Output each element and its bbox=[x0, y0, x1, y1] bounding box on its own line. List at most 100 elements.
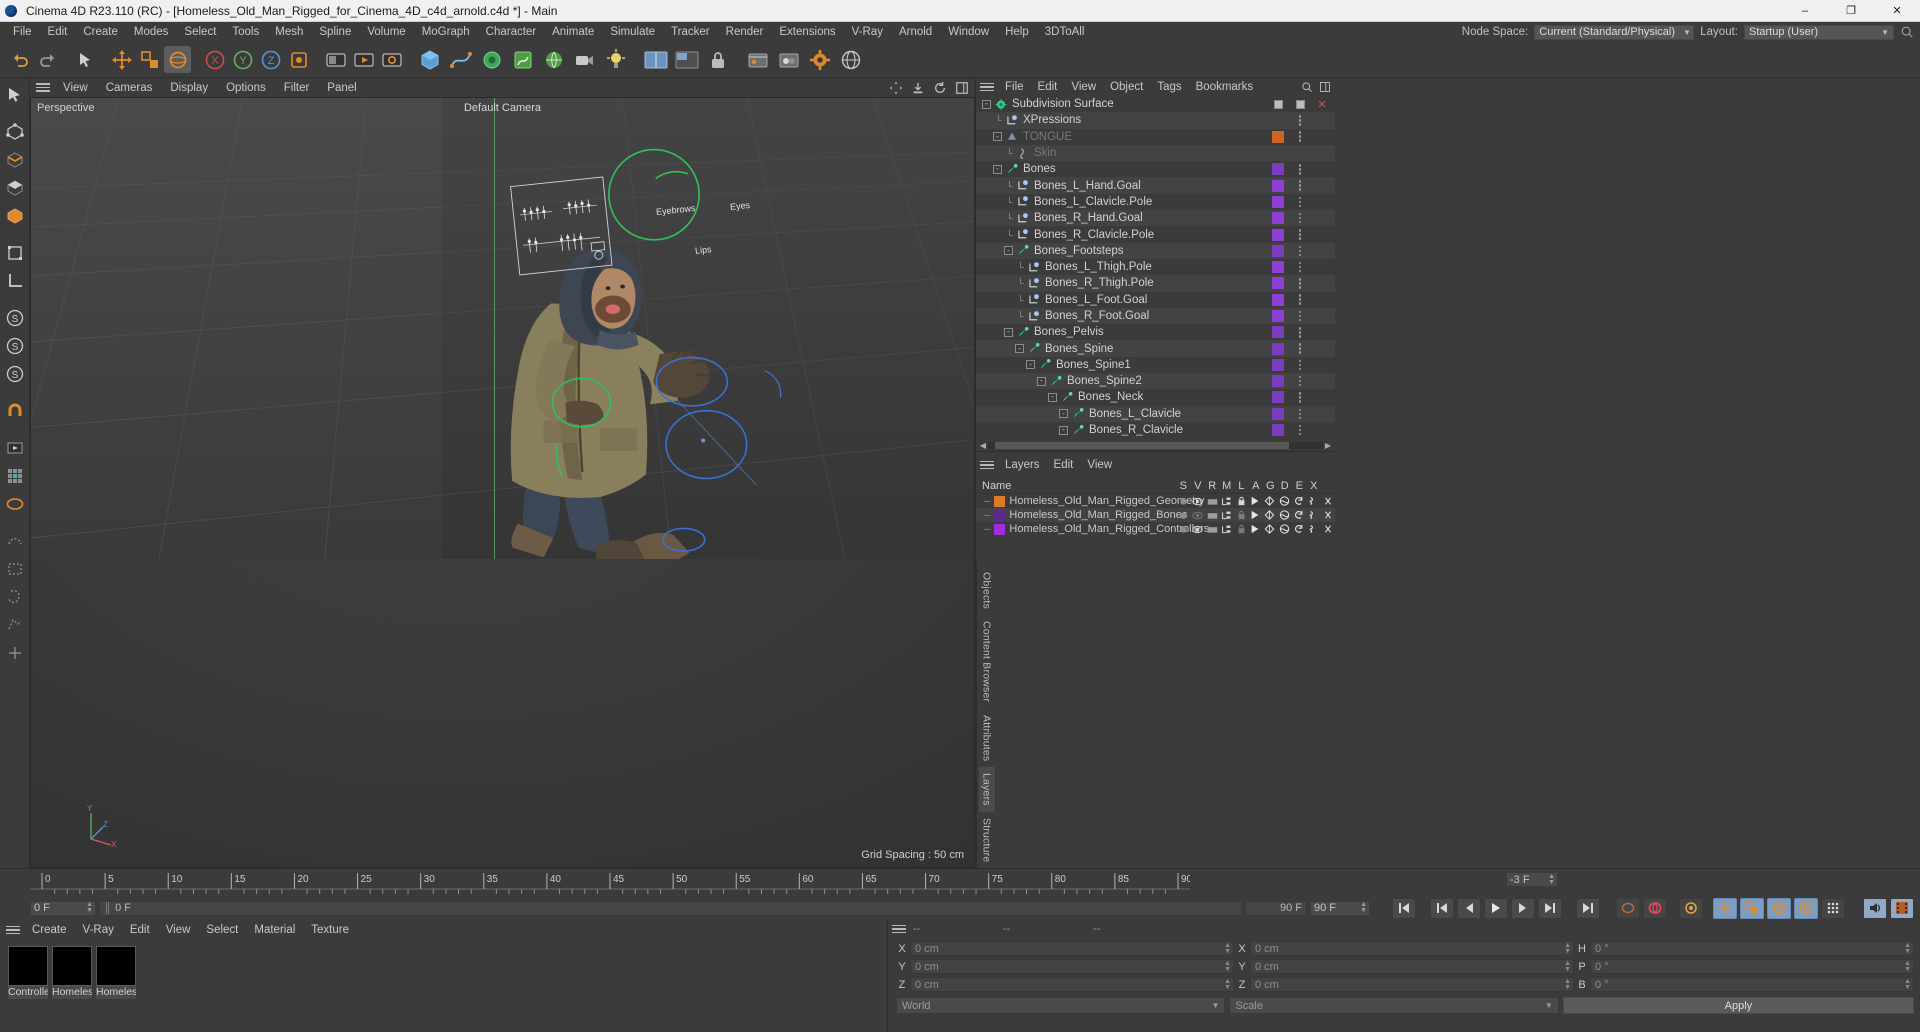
tool-magnet[interactable] bbox=[2, 398, 28, 424]
tool-grid-toggle[interactable] bbox=[2, 463, 28, 489]
tag-dots-icon[interactable] bbox=[1289, 292, 1311, 308]
layer-manager-icon[interactable] bbox=[1219, 511, 1233, 520]
tab-attributes[interactable]: Attributes bbox=[979, 709, 995, 767]
menu-select[interactable]: Select bbox=[176, 24, 224, 40]
add-camera-button[interactable] bbox=[570, 45, 600, 75]
spinner-icon[interactable]: ▲ ▼ bbox=[1564, 942, 1571, 955]
object-tree-row[interactable]: └ Bones_R_Clavicle.Pole bbox=[976, 226, 1335, 242]
om-menu-tags[interactable]: Tags bbox=[1151, 80, 1187, 94]
goto-start-button[interactable] bbox=[1392, 897, 1416, 919]
layer-manager-icon[interactable] bbox=[1219, 525, 1233, 534]
render-view-button[interactable] bbox=[322, 46, 349, 73]
menu-vray[interactable]: V-Ray bbox=[844, 24, 891, 40]
tool-poly-select[interactable] bbox=[2, 612, 28, 638]
add-light-button[interactable] bbox=[601, 45, 631, 75]
tool-rect-select[interactable] bbox=[2, 556, 28, 582]
key-scale-button[interactable] bbox=[1740, 897, 1764, 919]
next-frame-button[interactable] bbox=[1511, 897, 1535, 919]
object-tree-row[interactable]: - Bones_Footsteps bbox=[976, 242, 1335, 259]
om-menu-view[interactable]: View bbox=[1065, 80, 1102, 94]
object-tree-row[interactable]: └ Bones_R_Foot.Goal bbox=[976, 307, 1335, 325]
tree-expander-icon[interactable]: - bbox=[1059, 409, 1068, 419]
tag-dots-icon[interactable] bbox=[1289, 243, 1311, 259]
tag-dots-icon[interactable] bbox=[1289, 129, 1311, 145]
object-tree[interactable]: - Subdivision Surface ✕ └ XPressions - TONGUE └… bbox=[976, 96, 1335, 440]
menu-character[interactable]: Character bbox=[478, 24, 545, 40]
layer-color-swatch[interactable] bbox=[1267, 341, 1289, 357]
layer-generator-icon[interactable] bbox=[1263, 496, 1277, 506]
viewport-menu-panel[interactable]: Panel bbox=[319, 81, 364, 95]
layer-row[interactable]: ─ Homeless_Old_Man_Rigged_Geometry bbox=[976, 494, 1335, 508]
layer-dynamics-icon[interactable] bbox=[1292, 524, 1306, 534]
coord-rotation-field[interactable]: 0 ° ▲ ▼ bbox=[1590, 977, 1914, 992]
object-tree-row[interactable]: - Bones_Spine bbox=[976, 340, 1335, 357]
preview-end-field[interactable]: 90 F ▲ ▼ bbox=[1310, 900, 1370, 916]
layer-expression-icon[interactable] bbox=[1306, 524, 1320, 534]
tree-expander-icon[interactable]: - bbox=[982, 99, 991, 109]
add-deformer-button[interactable] bbox=[508, 45, 538, 75]
layer-render-icon[interactable] bbox=[1205, 511, 1219, 520]
spinner-icon[interactable]: ▲ ▼ bbox=[1564, 978, 1571, 991]
layer-color-swatch[interactable] bbox=[994, 495, 1006, 507]
maximize-view-icon[interactable] bbox=[955, 81, 969, 95]
object-manager-menu-icon[interactable] bbox=[980, 81, 994, 93]
material-thumbnails[interactable]: Controlle Homeles Homeles bbox=[0, 940, 887, 1032]
film-strip-button[interactable] bbox=[1890, 897, 1914, 919]
layer-dynamics-icon[interactable] bbox=[1292, 510, 1306, 520]
key-position-button[interactable] bbox=[1713, 897, 1737, 919]
scale-tool-button[interactable] bbox=[136, 46, 163, 73]
layer-animation-icon[interactable] bbox=[1248, 524, 1262, 534]
object-tree-row[interactable]: └ Bones_R_Hand.Goal bbox=[976, 210, 1335, 227]
tab-objects[interactable]: Objects bbox=[979, 566, 995, 615]
layer-xref-icon[interactable] bbox=[1321, 524, 1335, 534]
layer-solo-dot-icon[interactable] bbox=[1176, 511, 1190, 520]
menu-render[interactable]: Render bbox=[718, 24, 772, 40]
layer-color-swatch[interactable] bbox=[1267, 210, 1289, 226]
layer-generator-icon[interactable] bbox=[1263, 524, 1277, 534]
layer-deformer-icon[interactable] bbox=[1277, 510, 1291, 520]
layer-solo-dot-icon[interactable] bbox=[1176, 497, 1190, 506]
object-tree-row[interactable]: - Bones_Spine1 bbox=[976, 357, 1335, 373]
yaxis-lock-button[interactable]: Y bbox=[229, 46, 256, 73]
timeline-ruler[interactable]: 0 5 10 15 20 25 30 35 40 45 50 55 60 65 70 75 80 85 90 bbox=[30, 869, 1560, 895]
spinner-icon[interactable]: ▲ ▼ bbox=[86, 901, 93, 914]
layer-animation-icon[interactable] bbox=[1248, 510, 1262, 520]
layer-manager-icon[interactable] bbox=[1219, 497, 1233, 506]
tool-snap[interactable]: S bbox=[2, 361, 28, 387]
menu-edit[interactable]: Edit bbox=[40, 24, 76, 40]
autokey-button[interactable] bbox=[1643, 897, 1667, 919]
viewport-menu-display[interactable]: Display bbox=[162, 81, 216, 95]
menu-tracker[interactable]: Tracker bbox=[663, 24, 718, 40]
object-tree-row[interactable]: └ Bones_L_Clavicle.Pole bbox=[976, 194, 1335, 210]
add-environment-button[interactable] bbox=[539, 45, 569, 75]
object-tree-row[interactable]: - Bones_Pelvis bbox=[976, 324, 1335, 340]
redo-button[interactable] bbox=[34, 46, 61, 73]
layers-menu-view[interactable]: View bbox=[1081, 458, 1118, 472]
lock-button[interactable] bbox=[703, 45, 733, 75]
menu-file[interactable]: File bbox=[5, 24, 40, 40]
object-tree-row[interactable]: └ Skin bbox=[976, 144, 1335, 162]
coord-position-field[interactable]: 0 cm ▲ ▼ bbox=[910, 959, 1234, 974]
spinner-icon[interactable]: ▲ ▼ bbox=[1360, 901, 1367, 914]
viewport-menu-view[interactable]: View bbox=[55, 81, 96, 95]
tab-layers[interactable]: Layers bbox=[978, 766, 995, 812]
goto-end-button[interactable] bbox=[1576, 897, 1600, 919]
spinner-icon[interactable]: ▲ ▼ bbox=[1224, 960, 1231, 973]
tool-live-selection[interactable] bbox=[2, 82, 28, 108]
mat-menu-texture[interactable]: Texture bbox=[304, 923, 356, 937]
tool-texture-axis[interactable]: S bbox=[2, 305, 28, 331]
pla-button[interactable] bbox=[1821, 897, 1845, 919]
spinner-icon[interactable]: ▲ ▼ bbox=[1548, 873, 1555, 886]
tag-dots-icon[interactable] bbox=[1289, 227, 1311, 243]
layer-color-swatch[interactable] bbox=[1267, 389, 1289, 405]
material-manager-menu-icon[interactable] bbox=[6, 924, 20, 936]
tree-expander-icon[interactable]: - bbox=[993, 164, 1002, 174]
layer-row[interactable]: ─ Homeless_Old_Man_Rigged_Controllers bbox=[976, 522, 1335, 536]
render-checkbox[interactable] bbox=[1289, 96, 1311, 112]
tag-dots-icon[interactable] bbox=[1289, 406, 1311, 422]
coord-rotation-field[interactable]: 0 ° ▲ ▼ bbox=[1590, 959, 1914, 974]
tag-dots-icon[interactable] bbox=[1289, 259, 1311, 275]
tree-expander-icon[interactable]: - bbox=[1037, 376, 1046, 386]
sound-button[interactable] bbox=[1863, 897, 1887, 919]
tag-dots-icon[interactable] bbox=[1289, 178, 1311, 194]
